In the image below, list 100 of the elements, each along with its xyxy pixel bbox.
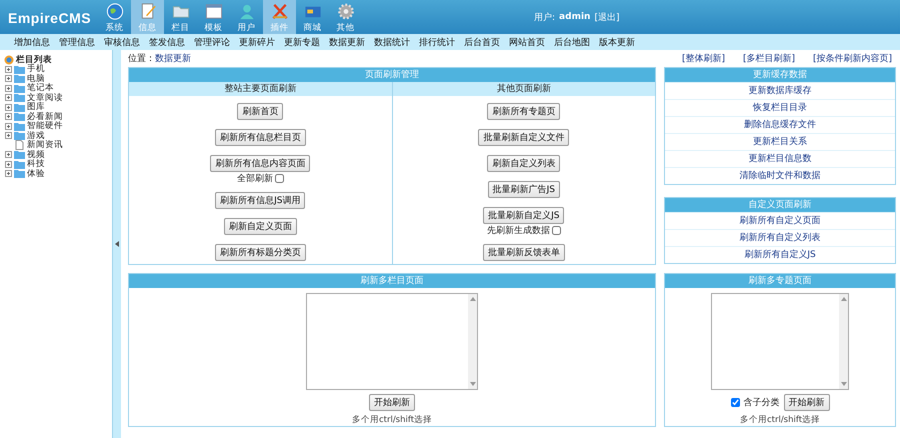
globe-icon <box>104 2 124 21</box>
gear-icon <box>336 2 356 21</box>
panel-link[interactable]: 刷新所有自定义页面 <box>740 216 820 226</box>
panel-link[interactable]: 更新栏目关系 <box>753 137 807 147</box>
panel-title: 更新缓存数据 <box>665 68 895 82</box>
hint-text: 多个用ctrl/shift选择 <box>352 414 432 426</box>
menu-item[interactable]: 数据统计 <box>374 36 410 48</box>
menu-item[interactable]: 管理评论 <box>194 36 230 48</box>
refresh-button[interactable]: 刷新所有专题页 <box>487 103 560 120</box>
panel-title: 刷新多专题页面 <box>665 274 895 288</box>
hint-text: 多个用ctrl/shift选择 <box>740 414 820 426</box>
panel-title: 页面刷新管理 <box>129 68 655 82</box>
menu-item[interactable]: 管理信息 <box>59 36 95 48</box>
folder-icon <box>14 160 25 169</box>
folder-icon <box>14 112 25 122</box>
start-button[interactable]: 开始刷新 <box>784 394 830 411</box>
refresh-button[interactable]: 刷新所有信息JS调用 <box>215 192 306 209</box>
nav-tab[interactable]: 栏目 <box>164 0 197 34</box>
expand-icon[interactable] <box>5 170 12 178</box>
nav-tab[interactable]: 商城 <box>296 0 329 34</box>
folder-icon <box>14 93 25 102</box>
refresh-button[interactable]: 刷新首页 <box>237 103 284 120</box>
folder-icon <box>14 150 25 160</box>
checkbox[interactable] <box>274 174 284 183</box>
quick-link[interactable]: [多栏目刷新] <box>742 52 796 65</box>
panel-link[interactable]: 清除临时文件和数据 <box>740 171 820 181</box>
expand-icon[interactable] <box>5 94 12 102</box>
tree-item[interactable]: 体验 <box>27 168 45 180</box>
checkbox[interactable] <box>730 398 740 407</box>
nav-tab[interactable]: 用户 <box>230 0 263 34</box>
folder-icon <box>14 102 25 112</box>
expand-icon[interactable] <box>5 122 12 130</box>
panel-link[interactable]: 刷新所有自定义列表 <box>740 233 820 243</box>
menu-item[interactable]: 后台首页 <box>464 36 500 48</box>
checkbox[interactable] <box>552 226 561 235</box>
refresh-button[interactable]: 刷新所有信息栏目页 <box>214 129 306 146</box>
refresh-button[interactable]: 批量刷新广告JS <box>488 181 560 198</box>
expand-icon[interactable] <box>5 66 12 73</box>
panel-link[interactable]: 更新栏目信息数 <box>748 154 812 164</box>
refresh-button[interactable]: 刷新所有标题分类页 <box>214 244 306 261</box>
option-label: 先刷新生成数据 <box>486 224 550 237</box>
start-button[interactable]: 开始刷新 <box>369 394 415 411</box>
folder-icon <box>14 64 25 74</box>
breadcrumb-label: 位置： <box>128 52 155 65</box>
nav-tab[interactable]: 模板 <box>197 0 230 34</box>
folder-icon <box>14 122 25 131</box>
menu-item[interactable]: 增加信息 <box>14 36 50 48</box>
menu-item[interactable]: 审核信息 <box>104 36 140 48</box>
expand-icon[interactable] <box>5 151 12 158</box>
refresh-button[interactable]: 批量刷新自定义文件 <box>478 129 570 146</box>
panel-link[interactable]: 删除信息缓存文件 <box>744 120 816 130</box>
tree-item[interactable]: 笔记本 <box>27 82 54 94</box>
tree-item[interactable]: 图库 <box>27 101 45 114</box>
nav-tab[interactable]: 其他 <box>329 0 362 34</box>
user-name: admin <box>559 12 590 22</box>
menu-item[interactable]: 更新碎片 <box>239 36 275 48</box>
refresh-button[interactable]: 批量刷新反馈表单 <box>482 244 565 261</box>
tools-icon <box>270 2 290 21</box>
refresh-button[interactable]: 刷新自定义列表 <box>487 155 560 172</box>
menu-item[interactable]: 签发信息 <box>149 36 185 48</box>
tree-item[interactable]: 科技 <box>27 158 45 170</box>
panel-title: 自定义页面刷新 <box>665 198 895 212</box>
tree-item[interactable]: 手机 <box>27 63 45 76</box>
logo: EmpireCMS <box>7 9 92 28</box>
expand-icon[interactable] <box>5 113 12 120</box>
panel-link[interactable]: 刷新所有自定义JS <box>744 250 816 260</box>
expand-icon[interactable] <box>5 104 12 111</box>
breadcrumb-link[interactable]: 数据更新 <box>155 52 191 65</box>
tree-item[interactable]: 智能硬件 <box>27 120 63 132</box>
expand-icon[interactable] <box>5 75 12 82</box>
collapse-arrow-icon[interactable] <box>115 241 119 247</box>
expand-icon[interactable] <box>5 84 12 92</box>
home-icon <box>4 54 14 65</box>
refresh-button[interactable]: 批量刷新自定义JS <box>483 207 564 224</box>
option-label: 含子分类 <box>744 396 780 409</box>
tree-item[interactable]: 新闻资讯 <box>27 139 63 152</box>
menu-item[interactable]: 数据更新 <box>329 36 365 48</box>
folder-icon <box>14 169 25 178</box>
nav-tab[interactable]: 系统 <box>98 0 131 34</box>
quick-link[interactable]: [按条件刷新内容页] <box>812 52 892 65</box>
menu-item[interactable]: 更新专题 <box>284 36 320 48</box>
refresh-button[interactable]: 刷新自定义页面 <box>224 218 297 235</box>
column-heading: 整站主要页面刷新 <box>129 82 392 96</box>
expand-icon[interactable] <box>5 160 12 168</box>
expand-icon[interactable] <box>5 132 12 140</box>
column-heading: 其他页面刷新 <box>392 82 655 96</box>
folder-icon <box>14 74 25 84</box>
menu-item[interactable]: 后台地图 <box>554 36 590 48</box>
refresh-button[interactable]: 刷新所有信息内容页面 <box>210 155 310 172</box>
panel-link[interactable]: 恢复栏目目录 <box>753 103 807 113</box>
menu-item[interactable]: 版本更新 <box>599 36 635 48</box>
menu-item[interactable]: 排行统计 <box>419 36 455 48</box>
quick-link[interactable]: [整体刷新] <box>682 52 726 65</box>
page-icon <box>14 140 25 150</box>
window-icon <box>204 2 224 21</box>
menu-item[interactable]: 网站首页 <box>509 36 545 48</box>
panel-title: 刷新多栏目页面 <box>129 274 655 288</box>
folder-icon <box>14 131 25 140</box>
panel-link[interactable]: 更新数据库缓存 <box>748 86 812 96</box>
option-label: 全部刷新 <box>236 172 273 185</box>
